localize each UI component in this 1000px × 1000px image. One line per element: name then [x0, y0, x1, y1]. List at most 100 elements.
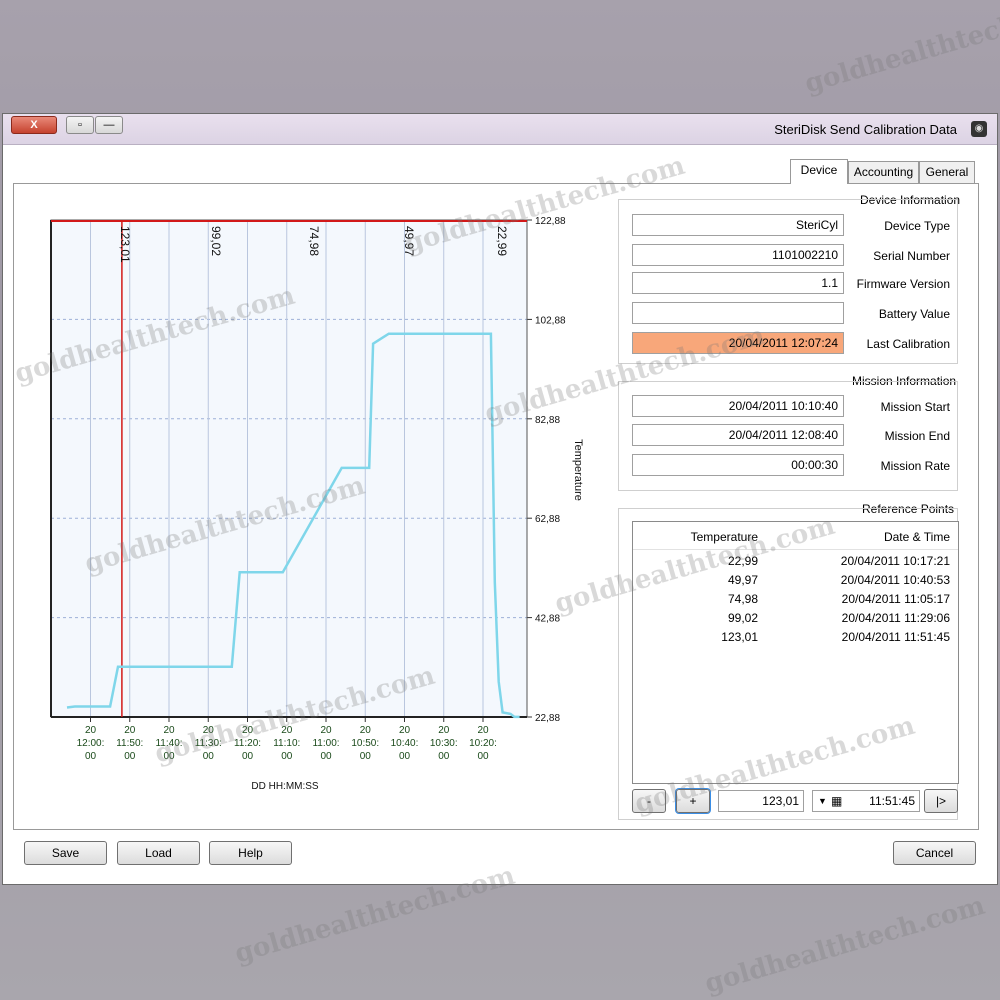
battery-value-label: Battery Value [878, 307, 950, 321]
reference-time-input[interactable]: ▦ ▼ 11:51:45 [812, 790, 920, 812]
reference-time-value: 11:51:45 [869, 794, 915, 808]
chart-svg: 22,88 42,88 62,88 82,88 102,88 122,88 20 10:20:… [50, 216, 584, 792]
device-type-field[interactable]: SteriCyl [632, 214, 844, 236]
x-tick-label: 10:20: [469, 738, 497, 749]
x-tick-label: 00 [85, 751, 97, 762]
list-item[interactable]: 20/04/2011 10:40:53 49,97 [633, 573, 958, 592]
x-tick-label: 11:50: [116, 738, 143, 749]
x-tick-label: 10:50: [351, 738, 379, 749]
list-item-datetime: 20/04/2011 11:51:45 [841, 630, 950, 644]
x-tick-label: 00 [163, 751, 175, 762]
list-item-datetime: 20/04/2011 10:40:53 [840, 573, 950, 587]
list-item-temperature: 123,01 [721, 630, 758, 644]
x-tick-label: 20 [477, 725, 489, 736]
y-tick-label: 62,88 [535, 514, 560, 525]
x-tick-label: 00 [438, 751, 450, 762]
reference-point-label: 49,97 [402, 226, 416, 256]
x-tick-label: 11:20: [234, 738, 261, 749]
x-tick-label: 12:00: [77, 738, 105, 749]
x-tick-label: 00 [124, 751, 136, 762]
x-tick-label: 00 [203, 751, 215, 762]
column-header-temperature[interactable]: Temperature [691, 530, 758, 544]
list-item[interactable]: 20/04/2011 11:05:17 74,98 [633, 592, 958, 611]
serial-number-field[interactable]: 1101002210 [632, 244, 844, 266]
x-tick-label: 20 [399, 725, 411, 736]
y-tick-label: 122,88 [535, 216, 566, 227]
x-tick-label: 20 [85, 725, 97, 736]
x-tick-label: 20 [203, 725, 215, 736]
last-calibration-field[interactable]: 20/04/2011 12:07:24 [632, 332, 844, 354]
cancel-button[interactable]: Cancel [893, 841, 976, 865]
x-tick-label: 20 [242, 725, 254, 736]
serial-number-label: Serial Number [873, 249, 950, 263]
mission-start-label: Mission Start [880, 400, 950, 414]
load-button[interactable]: Load [117, 841, 200, 865]
list-item[interactable]: 20/04/2011 10:17:21 22,99 [633, 554, 958, 573]
watermark: goldhealthtech.com [801, 0, 1000, 100]
remove-point-button[interactable]: - [632, 789, 666, 813]
reference-point-label: 22,99 [495, 226, 509, 256]
reference-point-label: 74,98 [307, 226, 321, 256]
x-tick-label: 11:40: [155, 738, 182, 749]
maximize-button[interactable]: ▫ [66, 116, 94, 134]
calendar-icon[interactable]: ▦ [831, 791, 842, 811]
reference-point-label: 99,02 [209, 226, 223, 256]
y-tick-label: 82,88 [535, 415, 560, 426]
list-item-datetime: 20/04/2011 11:29:06 [841, 611, 950, 625]
save-button[interactable]: Save [24, 841, 107, 865]
list-item-temperature: 74,98 [727, 592, 758, 606]
add-point-button[interactable]: + [675, 788, 711, 814]
x-axis-label: DD HH:MM:SS [251, 781, 319, 792]
battery-value-field[interactable] [632, 302, 844, 324]
y-axis-label: Temperature [572, 439, 584, 501]
y-tick-label: 42,88 [535, 614, 560, 625]
list-item-temperature: 22,99 [727, 554, 758, 568]
title-bar: X ▫ — SteriDisk Send Calibration Data ◉ [3, 114, 997, 145]
x-tick-label: 20 [281, 725, 293, 736]
dropdown-arrow-icon[interactable]: ▼ [818, 791, 827, 811]
window-title: SteriDisk Send Calibration Data [774, 122, 957, 137]
x-tick-label: 20 [320, 725, 332, 736]
tab-general[interactable]: General [919, 161, 975, 183]
column-header-datetime[interactable]: Date & Time [884, 530, 950, 544]
list-item-temperature: 49,97 [727, 573, 758, 587]
list-item-datetime: 20/04/2011 11:05:17 [841, 592, 950, 606]
mission-start-field[interactable]: 20/04/2011 10:10:40 [632, 395, 844, 417]
x-tick-label: 00 [320, 751, 332, 762]
x-tick-label: 11:10: [273, 738, 300, 749]
minimize-button[interactable]: — [95, 116, 123, 134]
mission-rate-label: Mission Rate [880, 459, 950, 473]
list-item[interactable]: 20/04/2011 11:51:45 123,01 [633, 630, 958, 649]
firmware-version-label: Firmware Version [856, 277, 950, 291]
tab-device[interactable]: Device [790, 159, 848, 184]
reference-temperature-input[interactable]: 123,01 [718, 790, 804, 812]
x-tick-label: 20 [438, 725, 450, 736]
x-tick-label: 00 [281, 751, 293, 762]
x-tick-label: 20 [124, 725, 136, 736]
x-tick-label: 11:30: [195, 738, 222, 749]
mission-end-field[interactable]: 20/04/2011 12:08:40 [632, 424, 844, 446]
firmware-version-field[interactable]: 1.1 [632, 272, 844, 294]
x-tick-label: 10:40: [391, 738, 419, 749]
last-calibration-label: Last Calibration [866, 337, 950, 351]
y-tick-label: 102,88 [535, 315, 566, 326]
device-type-label: Device Type [884, 219, 950, 233]
x-tick-label: 00 [360, 751, 372, 762]
watermark: goldhealthtech.com [701, 890, 989, 1000]
help-button[interactable]: Help [209, 841, 292, 865]
list-item-datetime: 20/04/2011 10:17:21 [840, 554, 950, 568]
tab-accounting[interactable]: Accounting [848, 161, 919, 183]
reference-point-label: 123,01 [118, 226, 132, 263]
app-icon: ◉ [971, 121, 987, 137]
mission-end-label: Mission End [884, 429, 950, 443]
next-point-button[interactable]: |> [924, 789, 958, 813]
x-tick-label: 11:00: [312, 738, 339, 749]
list-header-divider [633, 549, 958, 550]
x-tick-label: 00 [477, 751, 489, 762]
mission-rate-field[interactable]: 00:00:30 [632, 454, 844, 476]
list-item[interactable]: 20/04/2011 11:29:06 99,02 [633, 611, 958, 630]
x-tick-label: 10:30: [430, 738, 458, 749]
close-button[interactable]: X [11, 116, 57, 134]
x-tick-label: 20 [360, 725, 372, 736]
reference-points-list[interactable]: Date & Time Temperature 20/04/2011 10:17… [632, 521, 959, 784]
